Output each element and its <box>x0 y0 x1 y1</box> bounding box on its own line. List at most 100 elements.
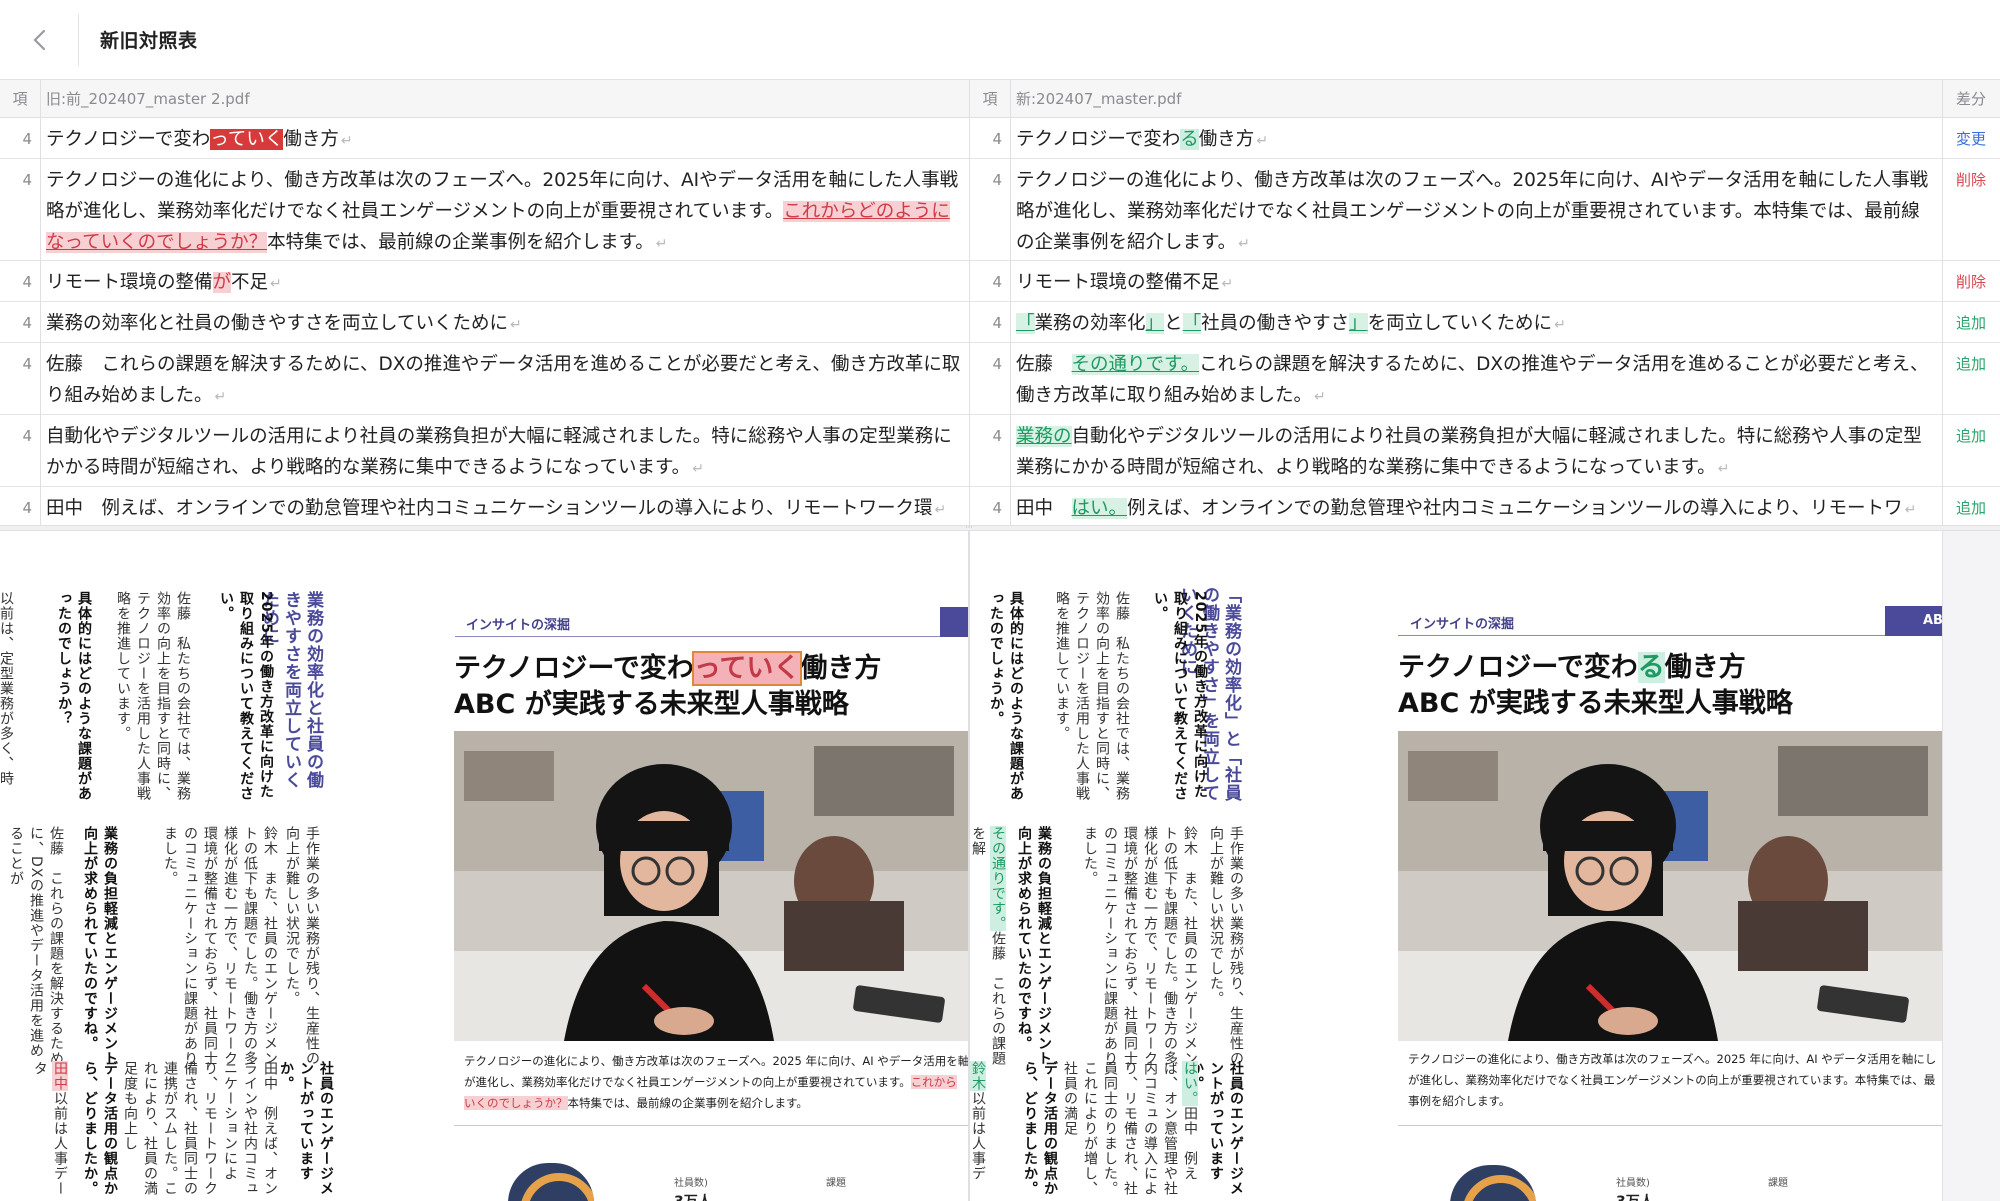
highlight-removed: これから <box>910 1075 957 1089</box>
diff-status-badge[interactable]: 追加 <box>1942 415 2000 449</box>
diff-highlight-added: る <box>1180 129 1199 150</box>
old-text-cell[interactable]: 業務の効率化と社員の働きやすさを両立していくために ↵ <box>46 302 961 341</box>
diff-highlight-added: その通りです。 <box>1071 354 1200 375</box>
article-question: 具体的にはどのような課題があったのでしょうか。 <box>988 591 1024 801</box>
row-item-number-left: 4 <box>22 427 32 445</box>
article-question: 社員のエンゲージメントがっていますか。 <box>278 1061 334 1196</box>
diff-highlight-removed: が <box>212 272 232 293</box>
lead-line: 事例を紹介します。 <box>1408 1094 1511 1108</box>
back-button[interactable] <box>18 20 62 60</box>
diff-highlight-added: 」 <box>1349 313 1368 334</box>
article-question: 業務の負担軽減とエンゲージメント向上が求められていたのですね。 <box>82 826 118 1066</box>
cell-text: 働き方 <box>283 129 339 150</box>
return-arrow-icon: ↵ <box>1554 317 1566 333</box>
row-item-number-left: 4 <box>22 355 32 373</box>
section-tab: AB <box>1885 606 1942 636</box>
lead-line: テクノロジーの進化により、働き方改革は次のフェーズへ。2025 年に向け、AI … <box>464 1054 968 1068</box>
table-row[interactable]: 4 テクノロジーで変わっていく働き方 ↵ 4 テクノロジーで変わる働き方 ↵ 変更 <box>0 118 2000 159</box>
cell-text: 田中 例えば、オンラインでの勤怠管理や社内コミュニケーションツールの導入により、… <box>46 498 933 519</box>
diff-status-badge[interactable]: 追加 <box>1942 343 2000 377</box>
new-text-cell[interactable]: 田中 はい。例えば、オンラインでの勤怠管理や社内コミュニケーションツールの導入に… <box>1016 487 1936 525</box>
old-text-cell[interactable]: 自動化やデジタルツールの活用により社員の業務負担が大幅に軽減されました。特に総務… <box>46 415 961 485</box>
cell-text: テクノロジーの進化により、働き方改革は次のフェーズへ。2025年に向け、AIやデ… <box>1016 170 1929 253</box>
return-arrow-icon: ↵ <box>655 236 668 252</box>
cell-text: テクノロジーで変わ <box>46 129 211 150</box>
return-arrow-icon: ↵ <box>1717 461 1730 477</box>
old-text-cell[interactable]: 佐藤 これらの課題を解決するために、DXの推進やデータ活用を進めることが必要だと… <box>46 343 961 413</box>
cell-text: テクノロジーで変わ <box>1016 129 1181 150</box>
cell-text: 社員の働きやすさ <box>1201 313 1350 334</box>
table-row[interactable]: 4 テクノロジーの進化により、働き方改革は次のフェーズへ。2025年に向け、AIや… <box>0 159 2000 261</box>
old-text-cell[interactable]: リモート環境の整備が不足 ↵ <box>46 261 961 300</box>
return-arrow-icon: ↵ <box>1314 389 1326 405</box>
article-title-text: テクノロジーで変わ <box>1398 652 1638 683</box>
article-title-text: テクノロジーで変わ <box>454 653 694 684</box>
return-arrow-icon: ↵ <box>1238 236 1250 252</box>
section-label: インサイトの深掘 <box>466 618 571 633</box>
cell-text: 田中 <box>1016 498 1072 519</box>
new-text-cell[interactable]: テクノロジーで変わる働き方 ↵ <box>1016 118 1936 157</box>
column-header-diff: 差分 <box>1955 90 1986 108</box>
cell-text: 本特集では、最前線の企業事例を紹介します。 <box>267 232 654 253</box>
diff-highlight-added: 「 <box>1016 313 1035 334</box>
splitter-grip-icon[interactable]: ··· <box>962 524 976 532</box>
highlight-added: 鈴木 <box>970 1061 986 1091</box>
comparison-table: 項 旧:前_202407_master 2.pdf 項 新:202407_mas… <box>0 80 2000 525</box>
old-text-cell[interactable]: 田中 例えば、オンラインでの勤怠管理や社内コミュニケーションツールの導入により、… <box>46 487 961 525</box>
new-text-cell[interactable]: テクノロジーの進化により、働き方改革は次のフェーズへ。2025年に向け、AIやデ… <box>1016 159 1936 260</box>
table-row[interactable]: 4 田中 例えば、オンラインでの勤怠管理や社内コミュニケーションツールの導入により… <box>0 487 2000 525</box>
column-divider <box>969 80 970 525</box>
article-paragraph: はい。田中 例えば、オン意管理や社内コミュの導入により、リモ備され、社員同士のり… <box>1062 1061 1200 1201</box>
table-row[interactable]: 4 佐藤 これらの課題を解決するために、DXの推進やデータ活用を進めることが必要だ… <box>0 343 2000 415</box>
cell-text: 業務の効率化 <box>1034 313 1146 334</box>
chevron-left-icon <box>33 29 46 51</box>
article-paragraph: その通りです。佐藤 これらの課題を解 <box>970 826 1008 1066</box>
page-title: 新旧対照表 <box>100 30 198 52</box>
old-text-cell[interactable]: テクノロジーで変わっていく働き方 ↵ <box>46 118 961 157</box>
divider-line <box>1398 1125 1942 1126</box>
article-text: 田中 例えば、オン意管理や社内コミュの導入により、リモ備され、社員同士のりました… <box>1062 1061 1198 1196</box>
new-document-preview[interactable]: 「業務の効率化」と「社員の働きやすさ」を両立していくために 2025年の働き方改… <box>970 531 1942 1201</box>
article-question: 2025年の働き方改革に向けた取り組みについて教えてください。 <box>1152 591 1208 801</box>
new-text-cell[interactable]: 佐藤 その通りです。これらの課題を解決するために、DXの推進やデータ活用を進める… <box>1016 343 1936 413</box>
table-row[interactable]: 4 業務の効率化と社員の働きやすさを両立していくために ↵ 4 「業務の効率化」と「社員… <box>0 302 2000 343</box>
divider-line <box>454 1125 968 1126</box>
new-text-cell[interactable]: リモート環境の整備不足 ↵ <box>1016 261 1936 300</box>
diff-status-badge[interactable]: 追加 <box>1942 302 2000 336</box>
lead-line: が進化し、業務効率化だけでなく社員エンゲージメントの向上が重要視されています。本… <box>1408 1073 1936 1087</box>
stat-label: 社員数) <box>1616 1178 1650 1189</box>
return-arrow-icon: ↵ <box>340 133 353 149</box>
new-text-cell[interactable]: 「業務の効率化」と「社員の働きやすさ」を両立していくために ↵ <box>1016 302 1936 341</box>
old-document-preview[interactable]: 業務の効率化と社員の働きやすさを両立していくために 2025年の働き方改革に向け… <box>0 531 968 1201</box>
lead-line: いくのでしょうか？本特集では、最前線の企業事例を紹介します。 <box>464 1093 968 1114</box>
article-paragraph: 佐藤 私たちの会社では、業務効率の向上を目指すと同時に、テクノロジーを活用した人… <box>115 591 191 801</box>
stat-value: 3万人 <box>674 1191 712 1201</box>
column-divider <box>1942 80 1943 525</box>
table-row[interactable]: 4 リモート環境の整備が不足 ↵ 4 リモート環境の整備不足 ↵ 削除 <box>0 261 2000 302</box>
diff-status-badge[interactable]: 削除 <box>1942 261 2000 295</box>
article-paragraph: 手作業の多い業務が残り、生産性の向上が難しい状況でした。 <box>1208 826 1244 1066</box>
row-item-number-right: 4 <box>992 314 1002 332</box>
cell-text: リモート環境の整備 <box>46 272 213 293</box>
lead-line: テクノロジーの進化により、働き方改革は次のフェーズへ。2025 年に向け、AI … <box>1408 1052 1937 1066</box>
highlight-changed: っていく <box>691 651 803 686</box>
diff-column-gutter <box>1942 531 2000 1201</box>
diff-status-badge[interactable]: 削除 <box>1942 159 2000 193</box>
cell-text: 佐藤 <box>1016 354 1072 375</box>
new-text-cell[interactable]: 業務の自動化やデジタルツールの活用により社員の業務負担が大幅に軽減されました。特… <box>1016 415 1936 485</box>
diff-highlight-removed: っていく <box>210 129 284 150</box>
old-text-cell[interactable]: テクノロジーの進化により、働き方改革は次のフェーズへ。2025年に向け、AIやデ… <box>46 159 961 260</box>
article-title-text: 働き方 <box>800 653 882 684</box>
return-arrow-icon: ↵ <box>509 317 522 333</box>
diff-status-badge[interactable]: 変更 <box>1942 118 2000 152</box>
column-header-item-right: 項 <box>982 90 998 108</box>
diff-highlight-added: はい。 <box>1071 498 1128 519</box>
article-paragraph: 佐藤 私たちの会社では、業務効率の向上を目指すと同時に、テクノロジーを活用した人… <box>1054 591 1130 801</box>
article-paragraph: 田中以前は人事データ <box>30 1061 70 1201</box>
table-row[interactable]: 4 自動化やデジタルツールの活用により社員の業務負担が大幅に軽減されました。特に総… <box>0 415 2000 487</box>
diff-status-badge[interactable]: 追加 <box>1942 487 2000 521</box>
article-paragraph: 鈴木 また、社員のエンゲージメントの低下も課題でした。働き方の多様化が進む一方で… <box>162 826 278 1066</box>
article-title-text: 働き方 <box>1664 652 1746 683</box>
article-paragraph: 佐藤 これらの課題を解決するために、DXの推進やデータ活用を進めることが <box>8 826 64 1066</box>
cell-text: を両立していくために <box>1367 313 1553 334</box>
